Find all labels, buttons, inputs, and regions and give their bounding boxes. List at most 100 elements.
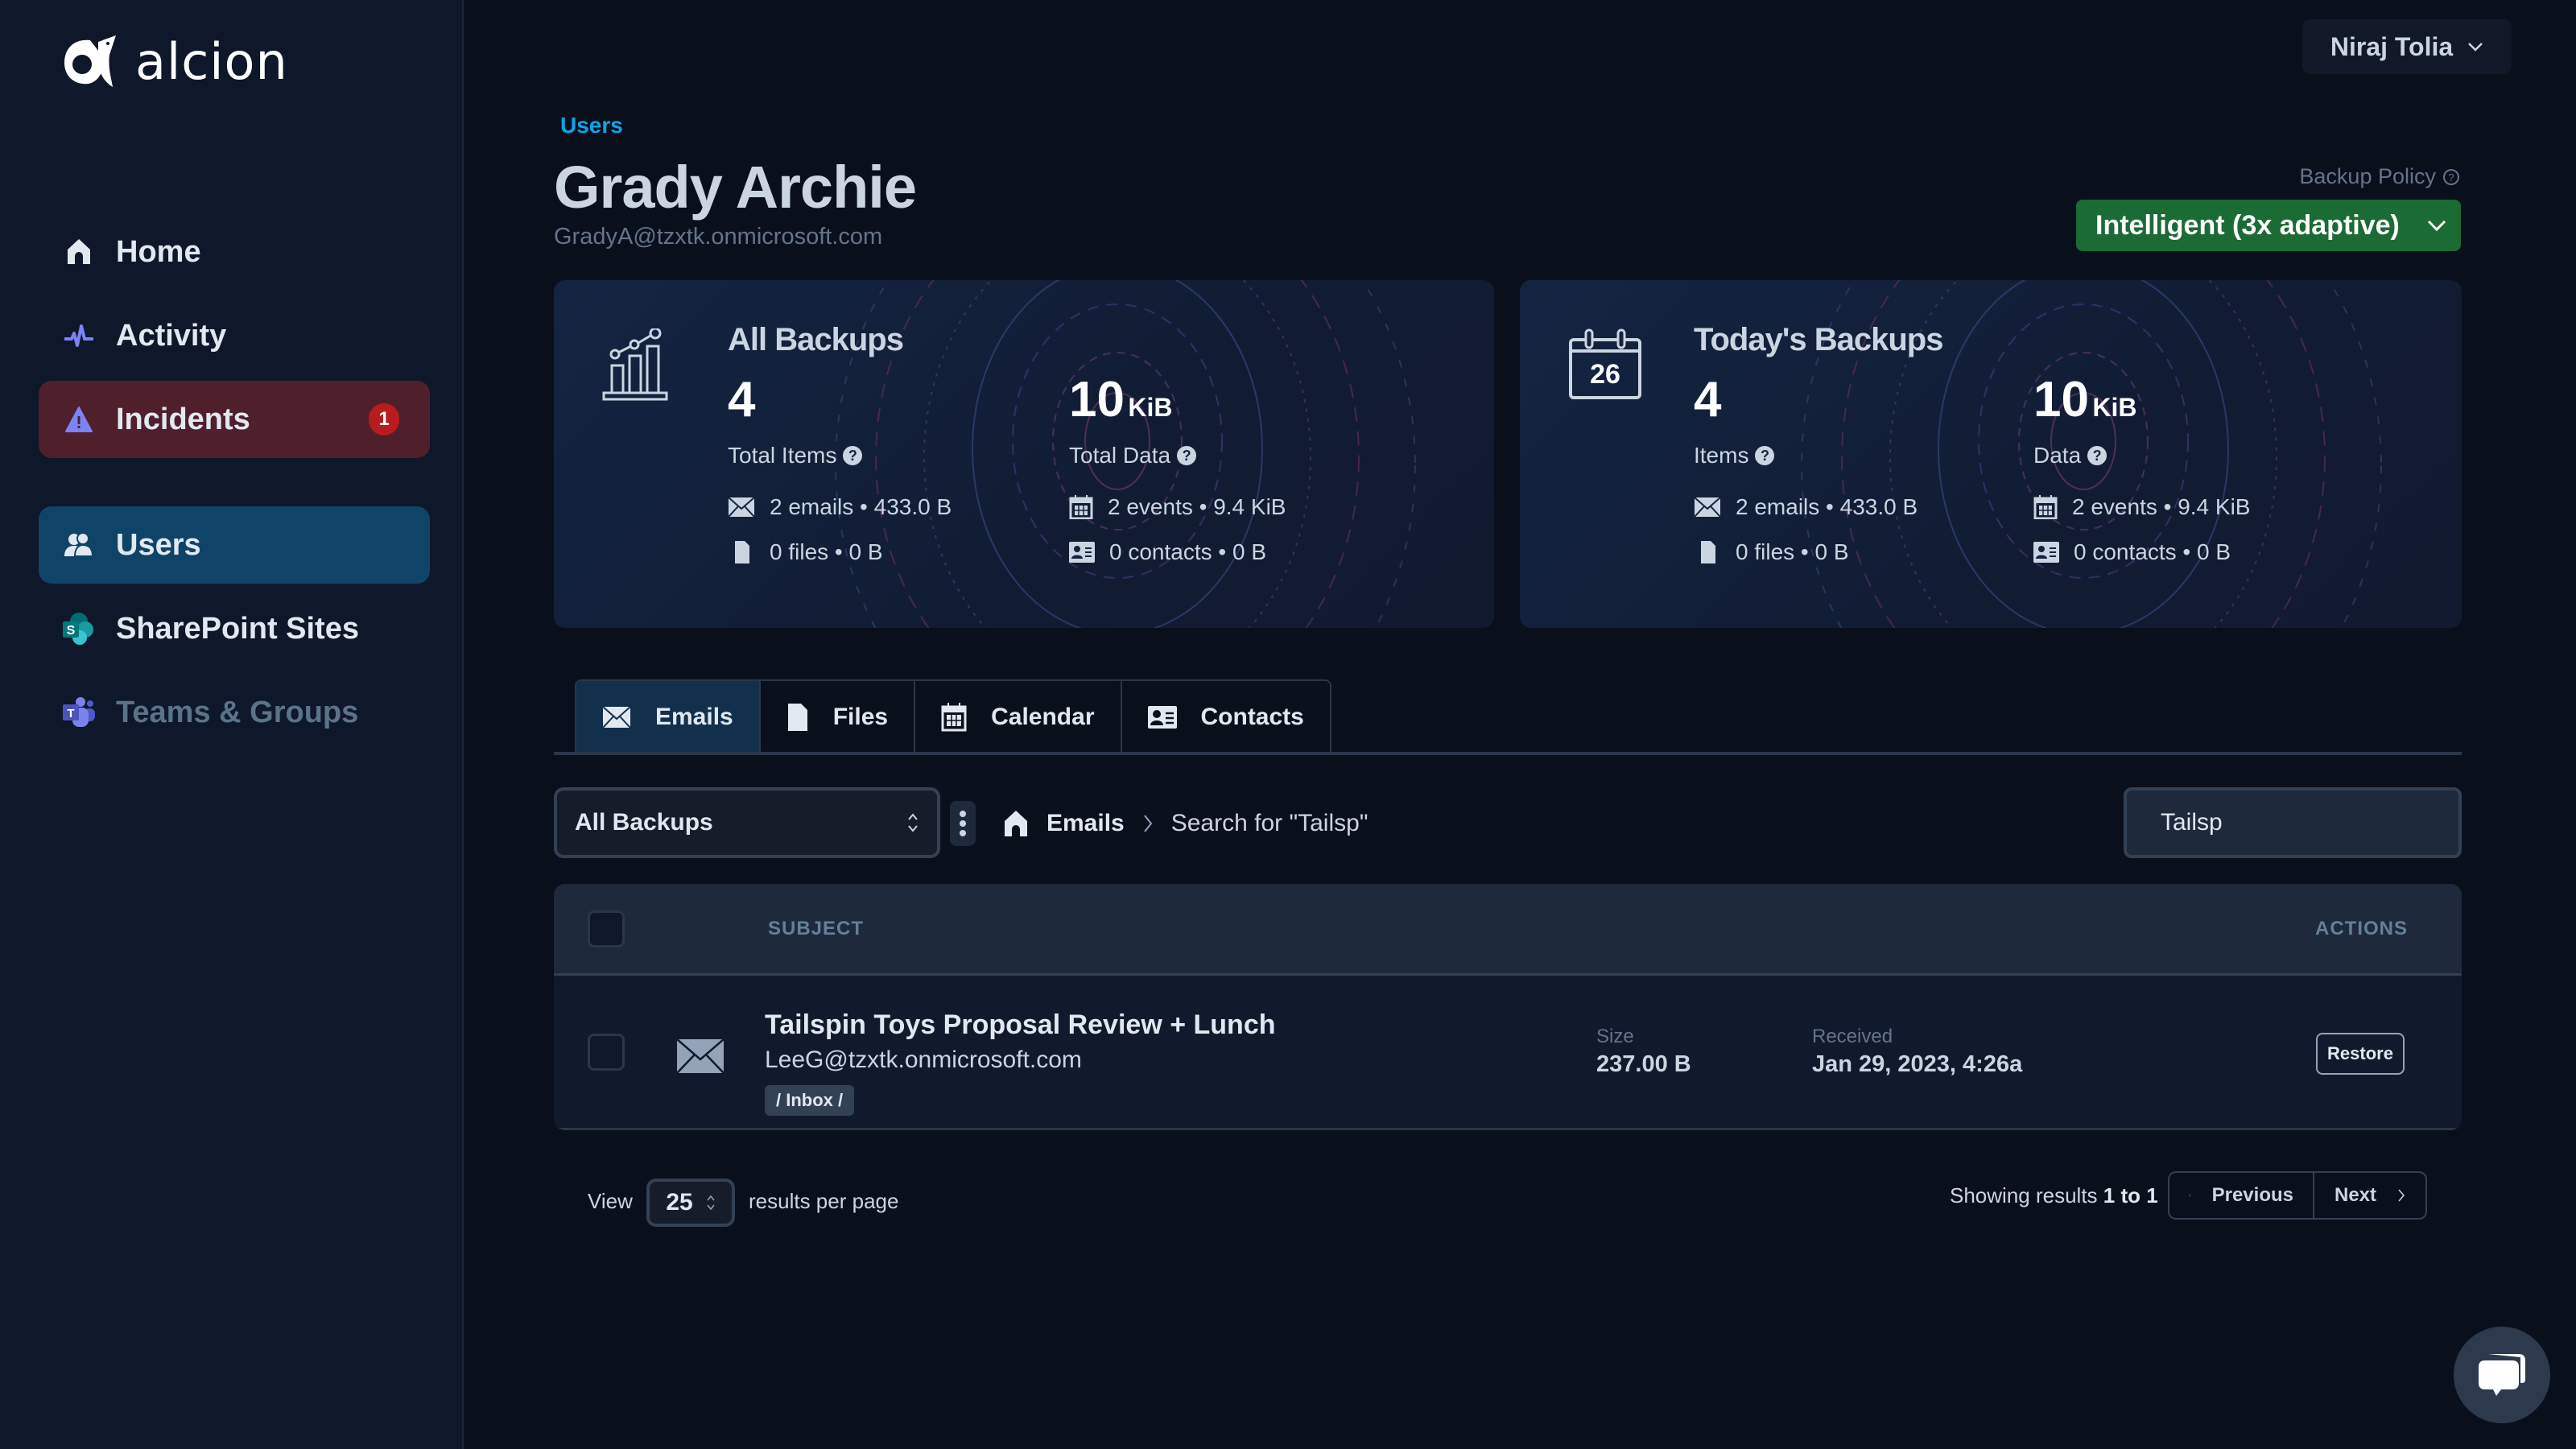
chevron-up-down-icon — [908, 813, 918, 832]
help-icon[interactable]: ? — [2087, 446, 2107, 465]
sidebar-item-users[interactable]: Users — [39, 506, 430, 584]
per-page-label: results per page — [749, 1189, 899, 1213]
breadcrumb-emails-link[interactable]: Emails — [1046, 810, 1125, 837]
kebab-menu-icon — [960, 811, 966, 836]
calendar-day-number: 26 — [1590, 359, 1620, 390]
contact-card-icon — [2033, 542, 2059, 563]
stat-value: 4 — [1694, 372, 1722, 427]
search-input[interactable] — [2161, 809, 2471, 836]
file-icon — [1701, 541, 1715, 564]
today-data-stat: 10 KiB Data? — [2033, 375, 2137, 469]
restore-button[interactable]: Restore — [2316, 1033, 2405, 1075]
contacts-summary-text: 0 contacts • 0 B — [1109, 539, 1267, 564]
total-data-stat: 10 KiB Total Data? — [1069, 372, 1197, 469]
backup-scope-select[interactable]: All Backups — [554, 787, 940, 858]
events-summary-text: 2 events • 9.4 KiB — [1108, 494, 1286, 519]
svg-text:?: ? — [2448, 171, 2454, 184]
previous-page-button[interactable]: Previous — [2169, 1173, 2314, 1218]
all-backups-card: All Backups 4 Total Items? 10 KiB Total … — [554, 280, 1494, 628]
page-size-select[interactable]: 25 — [646, 1179, 735, 1227]
email-subject[interactable]: Tailspin Toys Proposal Review + Lunch — [765, 1009, 1276, 1041]
alcion-logo[interactable]: alcion — [63, 32, 288, 91]
sharepoint-icon: S — [63, 613, 95, 645]
card-title: All Backups — [728, 322, 904, 357]
contacts-summary-text: 0 contacts • 0 B — [2074, 539, 2231, 564]
tab-label: Contacts — [1200, 704, 1304, 730]
folder-breadcrumb: Emails Search for "Tailsp" — [1003, 805, 1368, 842]
chart-growth-icon — [602, 328, 668, 401]
files-summary-text: 0 files • 0 B — [1736, 539, 1849, 564]
sidebar: alcion Home Activity Incidents 1 Users S… — [0, 0, 464, 1449]
tab-emails[interactable]: Emails — [576, 681, 761, 753]
chat-bubble-icon — [2479, 1354, 2525, 1396]
contacts-summary: 0 contacts • 0 B — [2033, 539, 2231, 565]
table-row[interactable]: Tailspin Toys Proposal Review + Lunch Le… — [554, 976, 2462, 1130]
todays-backups-card: 26 Today's Backups 4 Items? 10 KiB Data?… — [1520, 280, 2462, 628]
tab-label: Files — [832, 704, 889, 730]
backup-policy-dropdown[interactable]: Intelligent (3x adaptive) — [2076, 200, 2461, 251]
chevron-right-icon — [1143, 815, 1153, 832]
envelope-icon — [728, 497, 755, 518]
stat-value: 10 — [1069, 372, 1125, 427]
card-title: Today's Backups — [1694, 322, 1943, 357]
column-subject[interactable]: SUBJECT — [768, 918, 864, 940]
select-all-checkbox[interactable] — [588, 910, 625, 947]
sidebar-nav: Home Activity Incidents 1 Users S ShareP… — [39, 213, 430, 758]
folder-tag: / Inbox / — [765, 1085, 855, 1116]
breadcrumb-users-link[interactable]: Users — [560, 113, 623, 138]
alcion-bird-icon — [64, 35, 116, 87]
email-sender: LeeG@tzxtk.onmicrosoft.com — [765, 1046, 1082, 1073]
sidebar-item-label: SharePoint Sites — [116, 611, 359, 646]
svg-text:T: T — [67, 707, 74, 720]
tabs-divider — [554, 752, 2462, 755]
help-icon[interactable]: ? — [1755, 446, 1775, 465]
next-page-button[interactable]: Next — [2314, 1173, 2425, 1218]
sidebar-item-label: Activity — [116, 318, 227, 353]
row-select-checkbox[interactable] — [588, 1034, 625, 1071]
teams-icon: T — [63, 696, 95, 729]
files-summary-text: 0 files • 0 B — [770, 539, 883, 564]
email-size: 237.00 B — [1596, 1051, 1691, 1077]
chevron-up-down-icon — [707, 1195, 715, 1211]
events-summary: 2 events • 9.4 KiB — [2033, 494, 2250, 520]
tab-contacts[interactable]: Contacts — [1121, 681, 1330, 753]
breadcrumb-search-current: Search for "Tailsp" — [1170, 810, 1368, 836]
sidebar-item-activity[interactable]: Activity — [39, 297, 430, 374]
chat-support-button[interactable] — [2454, 1327, 2550, 1423]
files-summary: 0 files • 0 B — [728, 539, 883, 565]
size-label: Size — [1596, 1026, 1634, 1047]
chevron-down-icon — [2468, 43, 2483, 52]
sidebar-item-teams-groups[interactable]: T Teams & Groups — [39, 674, 430, 751]
backup-scope-value: All Backups — [575, 809, 713, 836]
files-summary: 0 files • 0 B — [1694, 539, 1849, 565]
stat-label: Total Data — [1069, 443, 1171, 468]
table-header: SUBJECT ACTIONS — [554, 884, 2462, 976]
search-field[interactable] — [2124, 787, 2471, 858]
calendar-icon — [1069, 495, 1093, 519]
content-tabs: Emails Files Calendar Contacts — [575, 679, 1331, 753]
help-icon[interactable]: ? — [1177, 446, 1197, 465]
tab-files[interactable]: Files — [760, 681, 916, 753]
chevron-down-icon — [2427, 220, 2446, 231]
backup-policy-label: Backup Policy ? — [2299, 164, 2460, 189]
brand-name: alcion — [135, 32, 288, 91]
tab-calendar[interactable]: Calendar — [915, 681, 1122, 753]
view-label: View — [588, 1189, 633, 1213]
today-items-stat: 4 Items? — [1694, 372, 1775, 469]
user-menu-button[interactable]: Niraj Tolia — [2302, 19, 2512, 74]
sidebar-item-home[interactable]: Home — [39, 213, 430, 291]
stat-value: 4 — [728, 372, 756, 427]
home-icon[interactable] — [1003, 810, 1029, 837]
sidebar-item-label: Teams & Groups — [116, 695, 359, 729]
calendar-icon — [941, 703, 967, 732]
stat-label: Total Items — [728, 443, 837, 468]
emails-summary-text: 2 emails • 433.0 B — [1736, 494, 1918, 519]
stat-unit: KiB — [1128, 393, 1173, 422]
more-options-button[interactable] — [950, 801, 976, 846]
file-icon — [787, 704, 807, 731]
help-icon[interactable]: ? — [843, 446, 863, 465]
sidebar-item-sharepoint-sites[interactable]: S SharePoint Sites — [39, 590, 430, 667]
calendar-icon — [2033, 495, 2058, 519]
help-circle-icon[interactable]: ? — [2442, 168, 2460, 186]
sidebar-item-incidents[interactable]: Incidents 1 — [39, 381, 430, 458]
